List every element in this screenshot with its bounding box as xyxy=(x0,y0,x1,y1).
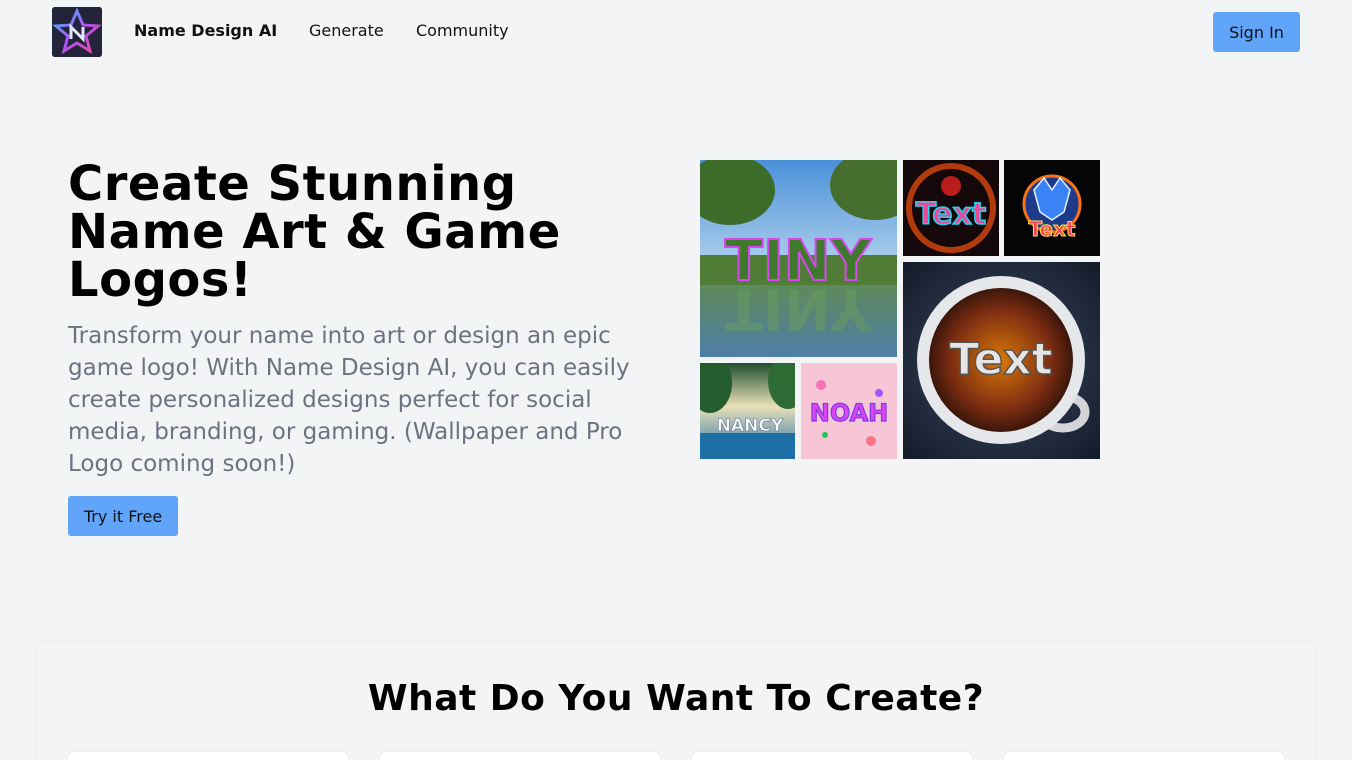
gallery-image-wolf-logo: Text xyxy=(1004,160,1100,256)
star-n-logo-icon xyxy=(52,7,102,57)
nancy-text: NANCY xyxy=(717,416,784,436)
brand-logo-icon[interactable] xyxy=(52,7,102,57)
section-title: What Do You Want To Create? xyxy=(367,678,985,719)
create-option-card[interactable] xyxy=(68,752,348,760)
coffee-text: Text xyxy=(949,334,1052,385)
noah-text: NOAH xyxy=(810,399,889,427)
nav-community-link[interactable]: Community xyxy=(416,21,509,40)
hero-title: Create Stunning Name Art & Game Logos! xyxy=(68,156,561,308)
site-header: Name Design AI Generate Community Sign I… xyxy=(0,0,1352,62)
gallery-image-nancy: NANCY xyxy=(700,363,795,459)
hero-description: Transform your name into art or design a… xyxy=(68,323,630,477)
sign-in-button[interactable]: Sign In xyxy=(1213,12,1300,52)
gallery-image-noah: NOAH xyxy=(801,363,897,459)
nav-generate-link[interactable]: Generate xyxy=(309,21,384,40)
create-option-card[interactable] xyxy=(692,752,972,760)
gallery-image-coffee-text: Text xyxy=(903,262,1100,459)
create-option-card[interactable] xyxy=(1004,752,1284,760)
tiny-reflection-text: TINY xyxy=(725,276,873,341)
brand-name[interactable]: Name Design AI xyxy=(134,21,277,40)
create-option-card[interactable] xyxy=(380,752,660,760)
try-it-free-button[interactable]: Try it Free xyxy=(68,496,178,536)
neon-text: Text xyxy=(916,197,987,232)
wolf-logo-text: Text xyxy=(1028,217,1075,241)
gallery-image-neon-text: Text xyxy=(903,160,999,256)
gallery-image-tiny: TINY TINY xyxy=(700,160,897,357)
